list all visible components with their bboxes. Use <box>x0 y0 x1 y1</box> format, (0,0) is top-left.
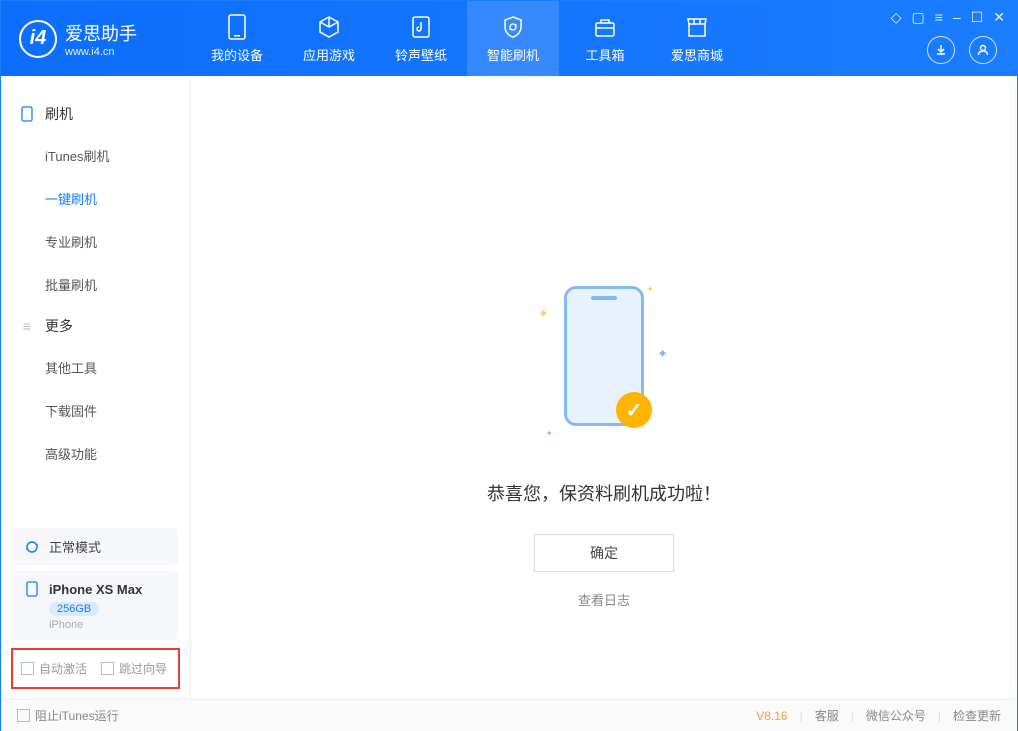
sidebar-item-download-firmware[interactable]: 下载固件 <box>1 389 190 432</box>
checkbox-skip-guide[interactable]: 跳过向导 <box>101 660 167 677</box>
checkbox-box <box>21 662 34 675</box>
music-file-icon <box>408 14 434 40</box>
logo-icon: i4 <box>19 20 57 58</box>
separator: | <box>938 709 941 723</box>
section-title: 更多 <box>45 316 73 336</box>
tab-ringtones-wallpapers[interactable]: 铃声壁纸 <box>375 1 467 76</box>
sidebar: 刷机 iTunes刷机 一键刷机 专业刷机 批量刷机 ≡ 更多 其他工具 下载固… <box>1 76 191 699</box>
checkbox-box <box>101 662 114 675</box>
sidebar-item-batch-flash[interactable]: 批量刷机 <box>1 263 190 306</box>
success-message: 恭喜您，保资料刷机成功啦！ <box>487 480 721 506</box>
support-link[interactable]: 客服 <box>815 707 839 724</box>
sidebar-item-advanced[interactable]: 高级功能 <box>1 432 190 475</box>
sidebar-section-flash: 刷机 <box>1 94 190 134</box>
device-mode-row[interactable]: 正常模式 <box>13 528 178 565</box>
tab-label: 工具箱 <box>585 45 624 64</box>
maximize-icon[interactable]: ☐ <box>971 9 984 26</box>
tab-apps-games[interactable]: 应用游戏 <box>283 1 375 76</box>
device-icon <box>19 106 35 122</box>
app-header: i4 爱思助手 www.i4.cn 我的设备 应用游戏 铃声壁纸 智能刷机 工具… <box>1 1 1017 76</box>
tab-label: 我的设备 <box>211 45 263 64</box>
skin-icon[interactable]: ◇ <box>891 9 902 26</box>
section-title: 刷机 <box>45 104 73 124</box>
menu-icon[interactable]: ≡ <box>935 9 943 26</box>
sync-icon <box>23 538 41 556</box>
version-label: V8.16 <box>756 709 787 723</box>
shield-sync-icon <box>500 14 526 40</box>
footer-right: V8.16 | 客服 | 微信公众号 | 检查更新 <box>756 707 1001 724</box>
download-button[interactable] <box>927 36 955 64</box>
feedback-icon[interactable]: ▢ <box>912 9 925 26</box>
tab-label: 铃声壁纸 <box>395 45 447 64</box>
device-storage: 256GB <box>49 602 99 616</box>
checkbox-label: 跳过向导 <box>119 660 167 677</box>
sidebar-item-pro-flash[interactable]: 专业刷机 <box>1 220 190 263</box>
logo-text: 爱思助手 www.i4.cn <box>65 20 137 58</box>
tab-label: 智能刷机 <box>487 45 539 64</box>
sidebar-item-other-tools[interactable]: 其他工具 <box>1 346 190 389</box>
checkbox-block-itunes[interactable]: 阻止iTunes运行 <box>17 707 119 724</box>
header-right-actions <box>927 36 997 64</box>
separator: | <box>851 709 854 723</box>
checkbox-label: 自动激活 <box>39 660 87 677</box>
wechat-link[interactable]: 微信公众号 <box>866 707 926 724</box>
sidebar-item-oneclick-flash[interactable]: 一键刷机 <box>1 177 190 220</box>
device-panel: 正常模式 iPhone XS Max 256GB iPhone 自动激活 跳过向… <box>1 522 190 699</box>
tab-my-device[interactable]: 我的设备 <box>191 1 283 76</box>
tab-smart-flash[interactable]: 智能刷机 <box>467 1 559 76</box>
sparkle-icon: ✦ <box>657 346 668 362</box>
main-content: ✦ ✦ ✦ ✦ ✓ 恭喜您，保资料刷机成功啦！ 确定 查看日志 <box>191 76 1017 699</box>
sparkle-icon: ✦ <box>546 429 553 438</box>
success-area: ✦ ✦ ✦ ✦ ✓ 恭喜您，保资料刷机成功啦！ 确定 查看日志 <box>191 276 1017 609</box>
checkbox-label: 阻止iTunes运行 <box>35 707 119 724</box>
success-illustration: ✦ ✦ ✦ ✦ ✓ <box>534 276 674 456</box>
ok-button[interactable]: 确定 <box>534 534 674 572</box>
sparkle-icon: ✦ <box>646 284 654 295</box>
sparkle-icon: ✦ <box>538 306 549 322</box>
phone-icon <box>224 14 250 40</box>
store-icon <box>684 14 710 40</box>
highlighted-options-box: 自动激活 跳过向导 <box>11 648 180 689</box>
checkmark-badge-icon: ✓ <box>616 392 652 428</box>
tab-toolbox[interactable]: 工具箱 <box>559 1 651 76</box>
tab-label: 应用游戏 <box>303 45 355 64</box>
tab-label: 爱思商城 <box>671 45 723 64</box>
separator: | <box>800 709 803 723</box>
body: 刷机 iTunes刷机 一键刷机 专业刷机 批量刷机 ≡ 更多 其他工具 下载固… <box>1 76 1017 699</box>
checkbox-box <box>17 709 30 722</box>
check-update-link[interactable]: 检查更新 <box>953 707 1001 724</box>
close-icon[interactable]: ✕ <box>993 9 1005 26</box>
mode-label: 正常模式 <box>49 537 101 556</box>
window-controls: ◇ ▢ ≡ – ☐ ✕ <box>891 9 1005 26</box>
footer: 阻止iTunes运行 V8.16 | 客服 | 微信公众号 | 检查更新 <box>1 699 1017 731</box>
account-button[interactable] <box>969 36 997 64</box>
list-icon: ≡ <box>19 318 35 334</box>
tab-store[interactable]: 爱思商城 <box>651 1 743 76</box>
app-subtitle: www.i4.cn <box>65 46 137 58</box>
minimize-icon[interactable]: – <box>953 9 961 26</box>
nav-tabs: 我的设备 应用游戏 铃声壁纸 智能刷机 工具箱 爱思商城 <box>191 1 743 76</box>
cube-icon <box>316 14 342 40</box>
device-type: iPhone <box>49 619 168 631</box>
phone-icon <box>23 580 41 598</box>
device-name: iPhone XS Max <box>49 582 142 597</box>
checkbox-auto-activate[interactable]: 自动激活 <box>21 660 87 677</box>
toolbox-icon <box>592 14 618 40</box>
view-log-link[interactable]: 查看日志 <box>578 590 630 609</box>
sidebar-section-more: ≡ 更多 <box>1 306 190 346</box>
logo-area: i4 爱思助手 www.i4.cn <box>1 20 191 58</box>
connected-device-row[interactable]: iPhone XS Max 256GB iPhone <box>13 571 178 640</box>
app-title: 爱思助手 <box>65 20 137 46</box>
sidebar-item-itunes-flash[interactable]: iTunes刷机 <box>1 134 190 177</box>
